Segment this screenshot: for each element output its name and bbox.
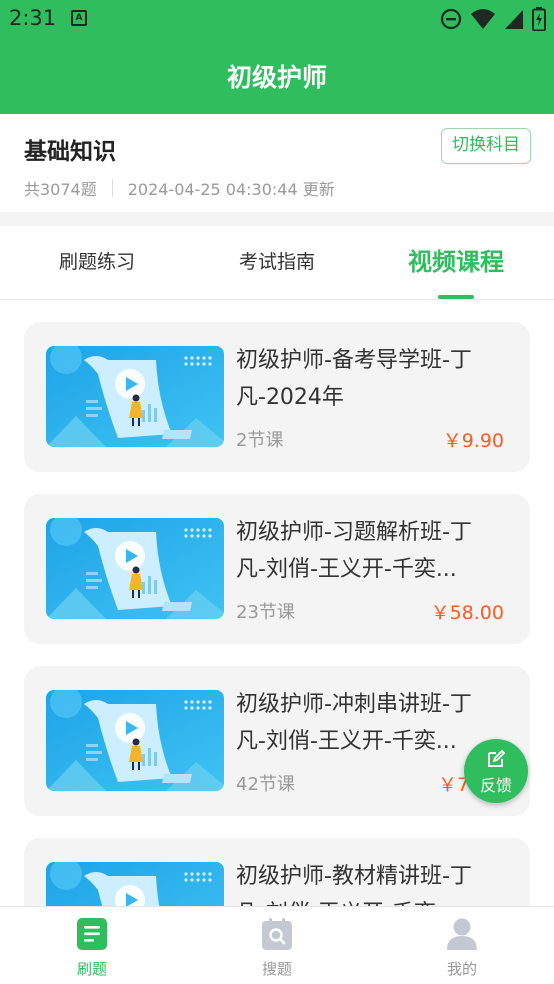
course-title: 初级护师-冲刺串讲班-丁凡-刘俏-王义开-千奕...: [236, 692, 472, 754]
status-bar: 2:31 A: [0, 0, 554, 38]
switch-subject-button[interactable]: 切换科目: [441, 128, 531, 164]
course-thumbnail: [46, 518, 224, 619]
tab-practice[interactable]: 刷题练习: [42, 226, 152, 298]
nav-item-search[interactable]: 搜题: [222, 907, 332, 984]
course-card[interactable]: 初级护师-教材精讲班-丁凡-刘俏-王义开-千奕...: [24, 838, 530, 906]
subject-panel: 基础知识 切换科目 共3074题 2024-04-25 04:30:44 更新: [0, 114, 554, 212]
course-title: 初级护师-教材精讲班-丁凡-刘俏-王义开-千奕...: [236, 864, 472, 906]
question-count: 共3074题: [24, 180, 97, 199]
status-time: 2:31: [9, 6, 57, 30]
course-card[interactable]: 初级护师-冲刺串讲班-丁凡-刘俏-王义开-千奕... 42节课 ￥7: [24, 666, 530, 816]
lesson-count: 23节课: [236, 602, 295, 623]
user-icon: [447, 918, 477, 950]
feedback-button[interactable]: 反馈: [464, 739, 528, 803]
lesson-count: 42节课: [236, 774, 295, 795]
app-header: 初级护师: [0, 38, 554, 114]
nav-item-practice[interactable]: 刷题: [37, 907, 147, 984]
feedback-label: 反馈: [479, 776, 512, 795]
course-title: 初级护师-备考导学班-丁凡-2024年: [236, 348, 472, 410]
tab-video-courses[interactable]: 视频课程: [398, 226, 514, 298]
course-title: 初级护师-习题解析班-丁凡-刘俏-王义开-千奕...: [236, 520, 472, 582]
status-icons: [440, 7, 546, 31]
course-thumbnail: [46, 346, 224, 447]
nav-label-practice: 刷题: [76, 960, 107, 978]
dnd-icon: [440, 8, 462, 30]
active-tab-indicator: [438, 295, 474, 299]
nav-label-search: 搜题: [261, 960, 292, 978]
doc-icon: [77, 918, 107, 950]
course-thumbnail: [46, 690, 224, 791]
lesson-count: 2节课: [236, 430, 284, 451]
nav-item-mine[interactable]: 我的: [407, 907, 517, 984]
bottom-nav: 刷题 搜题 我的: [0, 906, 554, 984]
tab-bar: 刷题练习 考试指南 视频课程: [0, 226, 554, 300]
course-thumbnail: [46, 862, 224, 906]
signal-icon: [505, 10, 523, 29]
course-price: ￥58.00: [430, 602, 504, 624]
edit-icon: [488, 749, 506, 767]
meta-divider: [111, 179, 113, 197]
accessibility-badge-icon: A: [71, 10, 87, 26]
search-icon: [262, 918, 292, 950]
section-divider: [0, 212, 554, 226]
course-card[interactable]: 初级护师-习题解析班-丁凡-刘俏-王义开-千奕... 23节课 ￥58.00: [24, 494, 530, 644]
course-list: 初级护师-备考导学班-丁凡-2024年 2节课 ￥9.90 初级护师-习题解析班…: [0, 300, 554, 906]
battery-icon: [532, 7, 546, 31]
page-title: 初级护师: [226, 63, 327, 92]
wifi-icon: [471, 9, 495, 29]
subject-title: 基础知识: [24, 139, 116, 165]
update-time: 2024-04-25 04:30:44 更新: [127, 180, 335, 199]
tab-exam-guide[interactable]: 考试指南: [222, 226, 332, 298]
nav-label-mine: 我的: [446, 960, 477, 978]
course-price: ￥9.90: [442, 430, 504, 452]
course-card[interactable]: 初级护师-备考导学班-丁凡-2024年 2节课 ￥9.90: [24, 322, 530, 472]
subject-meta: 共3074题 2024-04-25 04:30:44 更新: [24, 176, 335, 200]
